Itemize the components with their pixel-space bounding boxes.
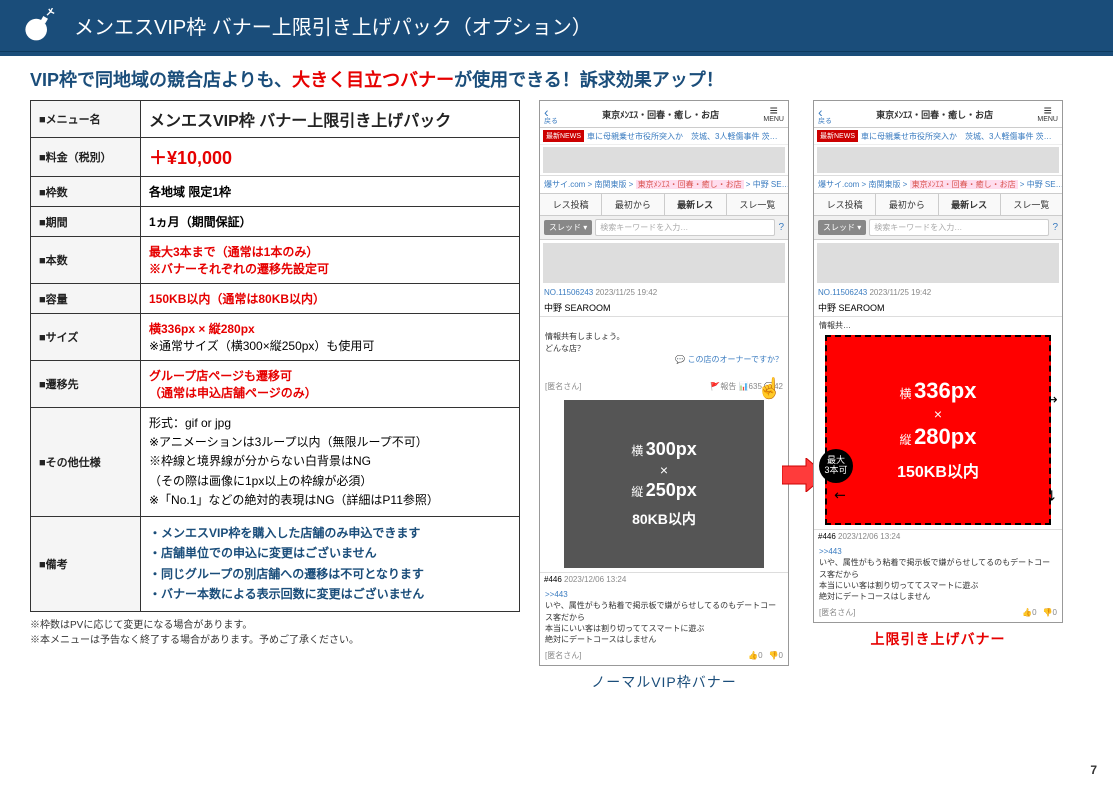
tab-first[interactable]: 最初から — [876, 194, 938, 215]
big-caption: 上限引き上げバナー — [871, 629, 1006, 649]
spec-label: ■その他仕様 — [31, 408, 141, 517]
hamburger-icon[interactable]: ≡MENU — [763, 105, 784, 123]
search-row: スレッド ▾ 検索キーワードを入力… ? — [814, 216, 1062, 240]
news-ticker[interactable]: 最新NEWS 車に母親乗せ市役所突入か 茨城、3人軽傷事件 茨… — [814, 128, 1062, 145]
news-badge: 最新NEWS — [817, 130, 858, 142]
ad-placeholder — [543, 243, 785, 283]
bomb-logo-icon — [20, 8, 56, 44]
page-header: メンエスVIP枠 バナー上限引き上げパック（オプション） — [0, 0, 1113, 52]
post-title[interactable]: 中野 SEAROOM — [540, 299, 788, 316]
site-title: 東京ﾒﾝｴｽ・回春・癒し・お店 — [832, 108, 1037, 121]
big-banner-box: 横 336px × 縦 280px 150KB以内 — [825, 335, 1051, 525]
tab-post[interactable]: レス投稿 — [540, 194, 602, 215]
page-number: 7 — [1090, 763, 1097, 777]
spec-value-size: 150KB以内（通常は80KB以内） — [149, 292, 325, 306]
search-input[interactable]: 検索キーワードを入力… — [869, 219, 1049, 236]
search-input[interactable]: 検索キーワードを入力… — [595, 219, 775, 236]
normal-banner-box: 横 300px × 縦 250px 80KB以内 — [564, 400, 764, 568]
normal-caption: ノーマルVIP枠バナー — [591, 672, 737, 692]
news-text: 車に母親乗せ市役所突入か 茨城、3人軽傷事件 茨… — [587, 131, 778, 142]
spec-value-price: ＋¥10,000 — [149, 148, 232, 168]
back-icon[interactable]: ‹戻る — [544, 104, 558, 124]
post-body: >>443 いや、属性がもう粘着で掲示板で嫌がらせしてるのもデートコース客だから… — [540, 586, 788, 648]
spec-value-link: グループ店ページも遷移可 （通常は申込店舗ページのみ） — [149, 369, 317, 400]
spec-label: ■期間 — [31, 207, 141, 237]
footnote-line: ※枠数はPVに応じて変更になる場合があります。 — [30, 618, 520, 633]
post-footer: [匿名さん] 🚩報告 📊635 💬42 — [540, 379, 788, 396]
spec-value-dim-red: 横336px × 縦280px — [149, 322, 255, 336]
spec-label: ■枠数 — [31, 177, 141, 207]
subtitle-pre: VIP枠で同地域の競合店よりも、 — [30, 70, 292, 90]
breadcrumb[interactable]: 爆サイ.com > 南関東版 > 東京ﾒﾝｴｽ・回春・癒し・お店 > 中野 SE… — [540, 175, 788, 193]
post-body: 情報共有しましょう。 どんな店？ 💬 この店のオーナーですか？ — [540, 317, 788, 379]
subtitle: VIP枠で同地域の競合店よりも、大きく目立つバナーが使用できる！訴求効果アップ！ — [30, 66, 1083, 92]
spec-label: ■メニュー名 — [31, 101, 141, 138]
spec-value-period: 1ヵ月（期間保証） — [149, 215, 252, 229]
spec-value-other: 形式：gif or jpg ※アニメーションは3ループ以内（無限ループ不可） ※… — [141, 408, 520, 517]
post-meta: #446 2023/12/06 13:24 — [814, 530, 1062, 543]
hamburger-icon[interactable]: ≡MENU — [1037, 105, 1058, 123]
tab-latest[interactable]: 最新レス — [939, 194, 1001, 215]
subtitle-em: 大きく目立つバナー — [292, 70, 454, 90]
spec-value-dim-plain: ※通常サイズ（横300×縦250px）も使用可 — [149, 339, 374, 353]
tab-latest[interactable]: 最新レス — [665, 194, 727, 215]
news-ticker[interactable]: 最新NEWS 車に母親乗せ市役所突入か 茨城、3人軽傷事件 茨… — [540, 128, 788, 145]
spec-label: ■備考 — [31, 516, 141, 611]
help-icon[interactable]: ? — [1052, 222, 1058, 233]
spec-label: ■遷移先 — [31, 361, 141, 408]
search-row: スレッド ▾ 検索キーワードを入力… ? — [540, 216, 788, 240]
thread-dropdown[interactable]: スレッド ▾ — [544, 220, 592, 235]
help-icon[interactable]: ? — [778, 222, 784, 233]
post-meta: #446 2023/12/06 13:24 — [540, 573, 788, 586]
big-mock-column: ‹戻る 東京ﾒﾝｴｽ・回春・癒し・お店 ≡MENU 最新NEWS 車に母親乗せ市… — [808, 100, 1068, 649]
ad-placeholder — [817, 147, 1059, 173]
breadcrumb[interactable]: 爆サイ.com > 南関東版 > 東京ﾒﾝｴｽ・回春・癒し・お店 > 中野 SE… — [814, 175, 1062, 193]
news-text: 車に母親乗せ市役所突入か 茨城、3人軽傷事件 茨… — [861, 131, 1052, 142]
news-badge: 最新NEWS — [543, 130, 584, 142]
post-body: 情報共… — [814, 317, 1062, 331]
tab-row: レス投稿 最初から 最新レス スレ一覧 — [814, 193, 1062, 216]
thumb-down-icon[interactable]: 👎0 — [769, 651, 783, 660]
site-title: 東京ﾒﾝｴｽ・回春・癒し・お店 — [558, 108, 763, 121]
footnote: ※枠数はPVに応じて変更になる場合があります。 ※本メニューは予告なく終了する場… — [30, 618, 520, 648]
footnote-line: ※本メニューは予告なく終了する場合があります。予めご了承ください。 — [30, 633, 520, 648]
spec-label: ■サイズ — [31, 314, 141, 361]
thumb-up-icon[interactable]: 👍0 — [1022, 608, 1036, 617]
thumb-up-icon[interactable]: 👍0 — [748, 651, 762, 660]
tab-list[interactable]: スレ一覧 — [1001, 194, 1062, 215]
post-meta: NO.11506243 2023/11/25 19:42 — [540, 286, 788, 299]
tab-first[interactable]: 最初から — [602, 194, 664, 215]
spec-value-menu: メンエスVIP枠 バナー上限引き上げパック — [149, 113, 451, 130]
spec-label: ■料金（税別） — [31, 138, 141, 177]
tab-row: レス投稿 最初から 最新レス スレ一覧 — [540, 193, 788, 216]
normal-mock-column: ‹戻る 東京ﾒﾝｴｽ・回春・癒し・お店 ≡MENU 最新NEWS 車に母親乗せ市… — [534, 100, 794, 692]
max3-badge: 最大 3本可 — [819, 449, 853, 483]
spec-column: ■メニュー名 メンエスVIP枠 バナー上限引き上げパック ■料金（税別） ＋¥1… — [30, 100, 520, 648]
post-meta: NO.11506243 2023/11/25 19:42 — [814, 286, 1062, 299]
subtitle-post: が使用できる！訴求効果アップ！ — [454, 70, 724, 90]
pointer-icon: ☝ — [757, 376, 782, 401]
phone-mock-big: ‹戻る 東京ﾒﾝｴｽ・回春・癒し・お店 ≡MENU 最新NEWS 車に母親乗せ市… — [813, 100, 1063, 623]
thread-dropdown[interactable]: スレッド ▾ — [818, 220, 866, 235]
phone-mock-normal: ‹戻る 東京ﾒﾝｴｽ・回春・癒し・お店 ≡MENU 最新NEWS 車に母親乗せ市… — [539, 100, 789, 666]
post-footer: [匿名さん] 👍0👎0 — [814, 605, 1062, 622]
spec-value-qty: 最大3本まで（通常は1本のみ） ※バナーそれぞれの遷移先設定可 — [149, 245, 329, 276]
thumb-down-icon[interactable]: 👎0 — [1043, 608, 1057, 617]
tab-post[interactable]: レス投稿 — [814, 194, 876, 215]
page-title: メンエスVIP枠 バナー上限引き上げパック（オプション） — [74, 11, 592, 40]
ad-placeholder — [543, 147, 785, 173]
post-title[interactable]: 中野 SEAROOM — [814, 299, 1062, 316]
spec-label: ■本数 — [31, 237, 141, 284]
tab-list[interactable]: スレ一覧 — [727, 194, 788, 215]
spec-label: ■容量 — [31, 284, 141, 314]
spec-value-notes: ・メンエスVIP枠を購入した店舗のみ申込できます ・店舗単位での申込に変更はござ… — [141, 516, 520, 611]
spec-value-slots: 各地域 限定1枠 — [149, 185, 231, 199]
ad-placeholder — [817, 243, 1059, 283]
back-icon[interactable]: ‹戻る — [818, 104, 832, 124]
spec-table: ■メニュー名 メンエスVIP枠 バナー上限引き上げパック ■料金（税別） ＋¥1… — [30, 100, 520, 612]
post-body: >>443 いや、属性がもう粘着で掲示板で嫌がらせしてるのもデートコース客だから… — [814, 543, 1062, 605]
post-footer: [匿名さん] 👍0👎0 — [540, 648, 788, 665]
